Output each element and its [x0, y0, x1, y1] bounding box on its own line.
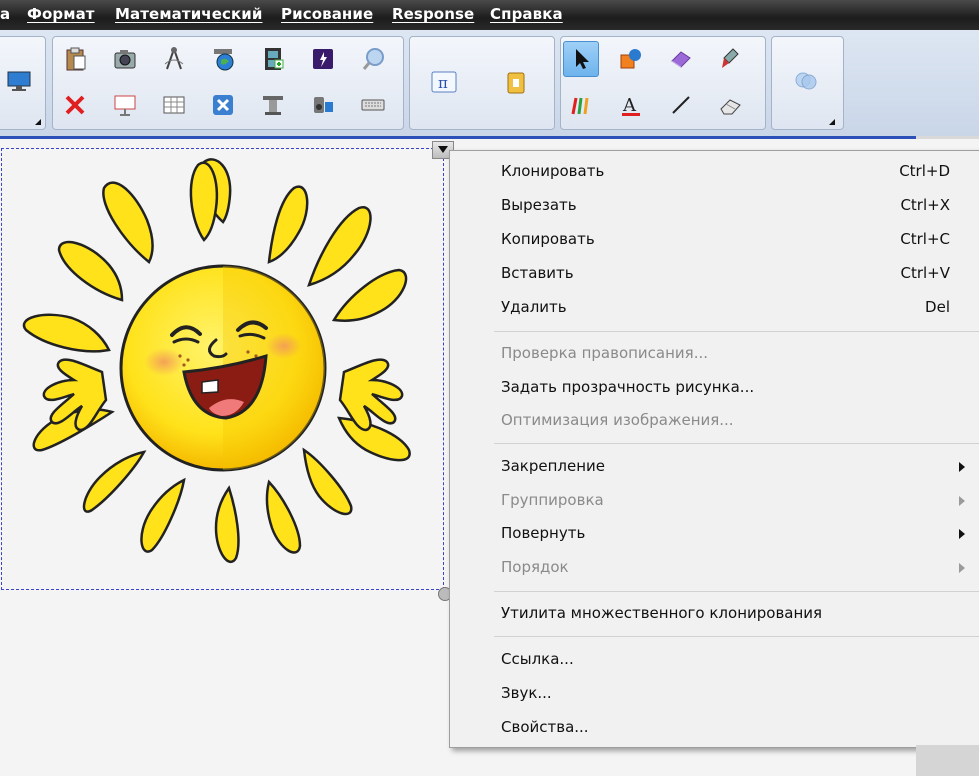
keyboard-icon[interactable]	[355, 87, 391, 123]
screen-shade-icon[interactable]	[107, 87, 143, 123]
menu-item-label: Вставить	[501, 264, 574, 282]
menu-item-label: Ссылка...	[501, 650, 574, 668]
menu-item-order[interactable]: Порядок	[450, 554, 979, 584]
menu-item-spellcheck[interactable]: Проверка правописания...	[450, 340, 979, 370]
flash-icon[interactable]	[305, 41, 341, 77]
circles-icon[interactable]	[788, 63, 824, 99]
compass-icon[interactable]	[156, 41, 192, 77]
pointer-icon[interactable]	[563, 41, 599, 77]
pen-icon[interactable]	[713, 41, 749, 77]
menu-item-label: Удалить	[501, 298, 567, 316]
podium-icon[interactable]	[255, 87, 291, 123]
menu-item-label: Звук...	[501, 684, 552, 702]
menu-item-math[interactable]: Математический	[115, 5, 262, 23]
menu-separator	[494, 591, 979, 592]
submenu-arrow-icon	[959, 496, 965, 506]
menu-item-properties[interactable]: Свойства...	[450, 714, 979, 744]
menu-item-shortcut: Ctrl+C	[900, 230, 950, 248]
toolbar-group-math: π	[409, 36, 555, 130]
paste-icon[interactable]	[57, 41, 93, 77]
menu-item-clone[interactable]: Клонировать Ctrl+D	[450, 158, 979, 188]
menu-item-label: Вырезать	[501, 196, 577, 214]
pi-icon[interactable]: π	[426, 65, 462, 101]
menu-item-label: Копировать	[501, 230, 595, 248]
menu-item-copy[interactable]: Копировать Ctrl+C	[450, 226, 979, 256]
menu-item-transparency[interactable]: Задать прозрачность рисунка...	[450, 374, 979, 404]
globe-icon[interactable]	[205, 41, 241, 77]
svg-text:π: π	[438, 74, 448, 92]
selection-frame	[1, 148, 444, 590]
menu-item-multi-clone[interactable]: Утилита множественного клонирования	[450, 600, 979, 630]
menu-item-rotate[interactable]: Повернуть	[450, 520, 979, 550]
expand-corner-icon[interactable]	[829, 119, 835, 125]
delete-icon[interactable]	[57, 87, 93, 123]
menu-item-shortcut: Ctrl+X	[900, 196, 950, 214]
menu-item-format[interactable]: Формат	[27, 5, 95, 23]
toolbar-group-view	[0, 36, 46, 130]
menu-item-lock[interactable]: Закрепление	[450, 453, 979, 483]
shapes-icon[interactable]	[613, 41, 649, 77]
menu-item-cut[interactable]: Вырезать Ctrl+X	[450, 192, 979, 222]
menu-item-shortcut: Del	[925, 298, 950, 316]
menu-separator	[494, 443, 979, 444]
lock-icon[interactable]	[498, 65, 534, 101]
menu-item-label: Порядок	[501, 558, 569, 576]
close-box-icon[interactable]	[205, 87, 241, 123]
eraser-icon[interactable]	[713, 87, 749, 123]
menu-item-response[interactable]: Response	[392, 5, 474, 23]
speaker-icon[interactable]	[305, 87, 341, 123]
menu-item-link[interactable]: Ссылка...	[450, 646, 979, 676]
menu-item-delete[interactable]: Удалить Del	[450, 294, 979, 324]
context-menu: Клонировать Ctrl+D Вырезать Ctrl+X Копир…	[449, 150, 979, 748]
svg-text:A: A	[622, 95, 637, 116]
menu-item-label: Повернуть	[501, 524, 586, 542]
menu-item-label: Свойства...	[501, 718, 589, 736]
menu-item-paste[interactable]: Вставить Ctrl+V	[450, 260, 979, 290]
camera-icon[interactable]	[107, 41, 143, 77]
menu-item-sound[interactable]: Звук...	[450, 680, 979, 710]
toolbar-group-drawing: A	[560, 36, 766, 130]
submenu-arrow-icon	[959, 563, 965, 573]
menu-item-shortcut: Ctrl+D	[899, 162, 950, 180]
scrollbar-track-bottom[interactable]	[916, 745, 979, 776]
magnifier-icon[interactable]	[355, 41, 391, 77]
menu-item-group[interactable]: Группировка	[450, 487, 979, 517]
expand-corner-icon[interactable]	[35, 119, 41, 125]
monitor-icon[interactable]	[1, 63, 37, 99]
menu-item-label: Группировка	[501, 491, 604, 509]
menu-item-shortcut: Ctrl+V	[900, 264, 950, 282]
table-icon[interactable]	[156, 87, 192, 123]
menu-item-label: Проверка правописания...	[501, 344, 709, 362]
menu-separator	[494, 331, 979, 332]
submenu-arrow-icon	[959, 529, 965, 539]
menu-item-drawing[interactable]: Рисование	[281, 5, 373, 23]
menu-item-label: Задать прозрачность рисунка...	[501, 378, 755, 396]
fill-icon[interactable]	[663, 41, 699, 77]
toolbar: π A	[0, 30, 979, 137]
menu-item-label: Закрепление	[501, 457, 606, 475]
menu-item-optimize-image[interactable]: Оптимизация изображения...	[450, 407, 979, 437]
toolbar-group-extra	[771, 36, 844, 130]
pencils-icon[interactable]	[563, 87, 599, 123]
submenu-arrow-icon	[959, 462, 965, 472]
menu-item-label: Оптимизация изображения...	[501, 411, 734, 429]
menu-item-label: Клонировать	[501, 162, 605, 180]
filmstrip-icon[interactable]	[255, 41, 291, 77]
chevron-down-icon	[438, 146, 448, 153]
toolbar-group-tools	[52, 36, 404, 130]
line-icon[interactable]	[663, 87, 699, 123]
menu-bar: а Формат Математический Рисование Respon…	[0, 0, 979, 30]
menu-separator	[494, 636, 979, 637]
menu-item-partial[interactable]: а	[0, 5, 10, 23]
text-icon[interactable]: A	[613, 87, 649, 123]
menu-item-label: Утилита множественного клонирования	[501, 604, 823, 622]
menu-item-help[interactable]: Справка	[490, 5, 563, 23]
